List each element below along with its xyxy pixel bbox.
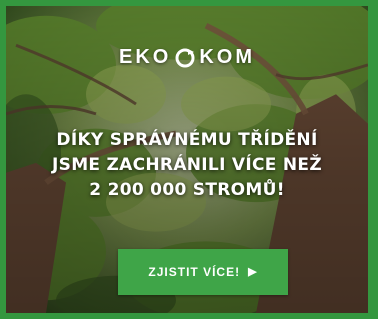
- headline-line-3: 2 200 000 STROMŮ!: [89, 180, 285, 200]
- logo-text-left: EKO: [118, 46, 172, 68]
- chevron-right-icon: ▶: [248, 265, 258, 278]
- ekokom-logo[interactable]: EKO KOM: [6, 46, 368, 69]
- headline: DÍKY SPRÁVNÉMU TŘÍDĚNÍ JSME ZACHRÁNILI V…: [26, 128, 348, 203]
- headline-line-1: DÍKY SPRÁVNÉMU TŘÍDĚNÍ: [56, 130, 318, 150]
- ad-banner[interactable]: EKO KOM DÍKY SPRÁVNÉMU TŘÍDĚNÍ JSME ZACH…: [0, 0, 378, 319]
- headline-line-2: JSME ZACHRÁNILI VÍCE NEŽ: [52, 155, 322, 175]
- learn-more-button[interactable]: ZJISTIT VÍCE! ▶: [118, 249, 288, 295]
- logo-text-right: KOM: [199, 46, 255, 68]
- recycle-circle-icon: [175, 48, 195, 67]
- learn-more-label: ZJISTIT VÍCE!: [148, 265, 241, 279]
